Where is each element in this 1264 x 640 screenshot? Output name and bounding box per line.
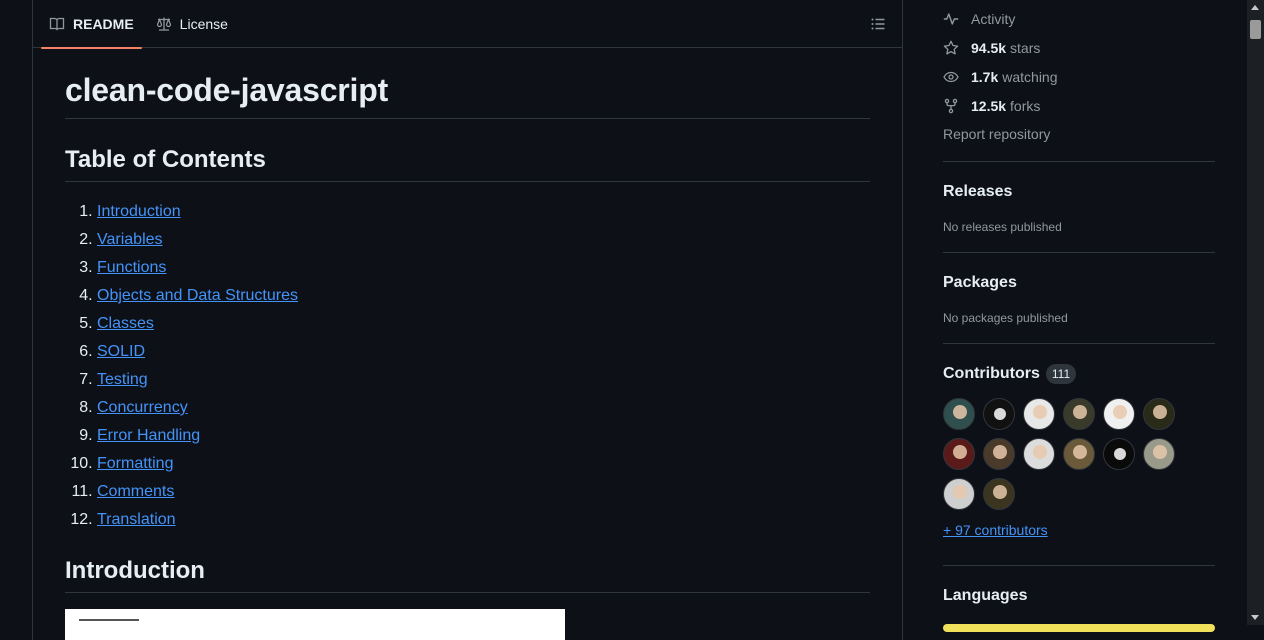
scroll-thumb[interactable] bbox=[1250, 20, 1261, 39]
star-icon bbox=[943, 40, 959, 55]
toc-link-concurrency[interactable]: Concurrency bbox=[97, 399, 188, 416]
contributors-label: Contributors bbox=[943, 365, 1040, 382]
introduction-heading: Introduction bbox=[65, 556, 870, 593]
avatar[interactable] bbox=[1023, 438, 1055, 470]
book-icon bbox=[49, 17, 65, 31]
report-repository-link[interactable]: Report repository bbox=[943, 120, 1215, 149]
avatar[interactable] bbox=[943, 398, 975, 430]
contributors-heading[interactable]: Contributors 111 bbox=[943, 364, 1215, 384]
contributors-section: Contributors 111 + 97 contributors bbox=[943, 343, 1215, 565]
toc-heading: Table of Contents bbox=[65, 145, 870, 182]
toc-link-formatting[interactable]: Formatting bbox=[97, 455, 173, 472]
toc-item: SOLID bbox=[97, 338, 870, 366]
releases-section: Releases No releases published bbox=[943, 161, 1215, 252]
toc-link-objects[interactable]: Objects and Data Structures bbox=[97, 287, 298, 304]
tab-readme-label: README bbox=[73, 15, 134, 32]
toc-item: Objects and Data Structures bbox=[97, 282, 870, 310]
readme-body: clean-code-javascript Table of Contents … bbox=[33, 72, 902, 640]
outline-button[interactable] bbox=[868, 14, 888, 34]
stars-label: stars bbox=[1010, 39, 1041, 56]
avatar[interactable] bbox=[1103, 438, 1135, 470]
toc-link-solid[interactable]: SOLID bbox=[97, 343, 145, 360]
list-unordered-icon bbox=[871, 18, 885, 30]
readme-tabs: README License bbox=[33, 0, 902, 49]
activity-label: Activity bbox=[971, 10, 1016, 27]
scroll-down-arrow[interactable] bbox=[1251, 615, 1259, 620]
packages-note: No packages published bbox=[943, 311, 1068, 325]
avatar[interactable] bbox=[1063, 438, 1095, 470]
toc-item: Functions bbox=[97, 254, 870, 282]
avatar[interactable] bbox=[1103, 398, 1135, 430]
packages-section: Packages No packages published bbox=[943, 252, 1215, 343]
toc-item: Testing bbox=[97, 366, 870, 394]
toc-link-testing[interactable]: Testing bbox=[97, 371, 148, 388]
toc-link-comments[interactable]: Comments bbox=[97, 483, 174, 500]
toc-link-variables[interactable]: Variables bbox=[97, 231, 163, 248]
page-scrollbar[interactable] bbox=[1247, 0, 1264, 625]
watching-label: watching bbox=[1002, 68, 1058, 85]
toc-item: Comments bbox=[97, 478, 870, 506]
watching-count: 1.7k bbox=[971, 68, 999, 85]
contributors-count-badge: 111 bbox=[1045, 364, 1077, 384]
packages-heading[interactable]: Packages bbox=[943, 273, 1215, 293]
watching-link[interactable]: 1.7k watching bbox=[943, 62, 1215, 91]
law-icon bbox=[156, 17, 171, 31]
readme-panel: README License clean-code-javascript Tab… bbox=[32, 0, 903, 640]
contributor-avatars bbox=[943, 398, 1193, 518]
toc-item: Introduction bbox=[97, 198, 870, 226]
stars-link[interactable]: 94.5k stars bbox=[943, 33, 1215, 62]
avatar[interactable] bbox=[943, 438, 975, 470]
more-contributors-link[interactable]: + 97 contributors bbox=[943, 522, 1048, 538]
toc-link-introduction[interactable]: Introduction bbox=[97, 203, 181, 220]
toc-link-classes[interactable]: Classes bbox=[97, 315, 154, 332]
activity-link[interactable]: Activity bbox=[943, 4, 1215, 33]
toc-item: Formatting bbox=[97, 450, 870, 478]
releases-note: No releases published bbox=[943, 220, 1062, 234]
avatar[interactable] bbox=[983, 438, 1015, 470]
tab-readme[interactable]: README bbox=[41, 0, 142, 49]
fork-icon bbox=[944, 98, 958, 113]
avatar[interactable] bbox=[943, 478, 975, 510]
toc-link-translation[interactable]: Translation bbox=[97, 511, 176, 528]
scroll-up-arrow[interactable] bbox=[1251, 5, 1259, 10]
tab-license-label: License bbox=[179, 15, 228, 32]
toc-item: Variables bbox=[97, 226, 870, 254]
toc-list: Introduction Variables Functions Objects… bbox=[65, 198, 870, 534]
toc-item: Classes bbox=[97, 310, 870, 338]
languages-section: Languages bbox=[943, 565, 1215, 632]
stars-count: 94.5k bbox=[971, 39, 1007, 56]
releases-heading[interactable]: Releases bbox=[943, 182, 1215, 202]
avatar[interactable] bbox=[1023, 398, 1055, 430]
language-bar bbox=[943, 624, 1215, 632]
forks-link[interactable]: 12.5k forks bbox=[943, 91, 1215, 120]
toc-item: Concurrency bbox=[97, 394, 870, 422]
avatar[interactable] bbox=[983, 398, 1015, 430]
toc-item: Error Handling bbox=[97, 422, 870, 450]
repo-sidebar: Activity 94.5k stars 1.7k watching 12.5k… bbox=[943, 0, 1215, 632]
pulse-icon bbox=[943, 12, 959, 25]
avatar[interactable] bbox=[1143, 438, 1175, 470]
avatar[interactable] bbox=[1063, 398, 1095, 430]
eye-icon bbox=[943, 71, 959, 82]
toc-link-functions[interactable]: Functions bbox=[97, 259, 166, 276]
forks-label: forks bbox=[1010, 97, 1041, 114]
toc-link-error-handling[interactable]: Error Handling bbox=[97, 427, 200, 444]
avatar[interactable] bbox=[983, 478, 1015, 510]
tab-license[interactable]: License bbox=[148, 0, 236, 48]
readme-title: clean-code-javascript bbox=[65, 72, 870, 119]
forks-count: 12.5k bbox=[971, 97, 1007, 114]
toc-item: Translation bbox=[97, 506, 870, 534]
languages-heading: Languages bbox=[943, 587, 1028, 604]
avatar[interactable] bbox=[1143, 398, 1175, 430]
